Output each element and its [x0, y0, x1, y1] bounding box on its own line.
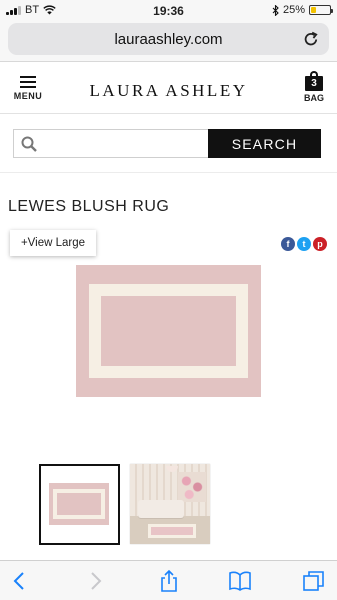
browser-toolbar [0, 560, 337, 600]
bookmarks-icon[interactable] [228, 569, 252, 593]
bag-count: 3 [311, 78, 317, 89]
back-icon[interactable] [8, 569, 32, 593]
forward-icon[interactable] [83, 569, 107, 593]
bag-label: BAG [304, 93, 324, 103]
thumbnail-rug[interactable] [39, 464, 120, 545]
brand-logo[interactable]: LAURA ASHLEY [70, 81, 267, 101]
product-title: LEWES BLUSH RUG [8, 198, 170, 215]
pinterest-icon[interactable]: p [313, 237, 327, 251]
battery-icon [309, 5, 333, 15]
divider [0, 172, 337, 173]
product-main-image[interactable] [76, 265, 261, 397]
menu-button[interactable]: MENU [10, 76, 46, 106]
reload-icon[interactable] [302, 30, 320, 48]
search-icon [21, 136, 37, 152]
battery-percent: 25% [282, 4, 305, 16]
share-buttons: f t p [281, 237, 327, 251]
browser-address-area: lauraashley.com [0, 20, 337, 62]
site-header: MENU LAURA ASHLEY 3 BAG [0, 62, 337, 114]
share-icon[interactable] [157, 569, 181, 593]
battery-fill [311, 7, 316, 13]
menu-label: MENU [13, 91, 43, 101]
rug-border [89, 284, 248, 378]
status-right: 25% [272, 4, 333, 16]
address-bar[interactable]: lauraashley.com [8, 23, 329, 55]
thumbnail-room[interactable] [130, 464, 210, 544]
tabs-icon[interactable] [302, 569, 326, 593]
search-field[interactable] [13, 129, 208, 158]
search-button[interactable]: SEARCH [208, 129, 321, 158]
twitter-icon[interactable]: t [297, 237, 311, 251]
url-text[interactable]: lauraashley.com [8, 31, 329, 48]
status-bar: BT 19:36 25% [0, 0, 337, 20]
bag-button[interactable]: 3 BAG [301, 71, 327, 103]
hamburger-icon [10, 76, 46, 88]
search-input[interactable] [44, 133, 202, 155]
shopping-bag-icon: 3 [305, 71, 323, 91]
facebook-icon[interactable]: f [281, 237, 295, 251]
bluetooth-icon [272, 4, 279, 16]
view-large-button[interactable]: +View Large [10, 230, 96, 256]
